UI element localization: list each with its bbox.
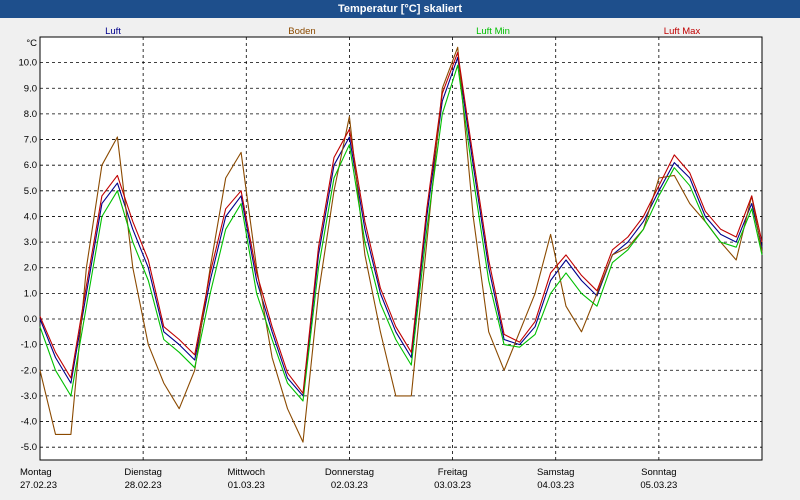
x-tick-date: 04.03.23 <box>537 480 574 491</box>
plot-area <box>39 36 763 461</box>
y-tick-label: -5.0 <box>21 442 37 453</box>
y-tick-label: 0.0 <box>24 314 37 325</box>
y-tick-label: 2.0 <box>24 263 37 274</box>
y-tick-label: 6.0 <box>24 160 37 171</box>
legend-entry: Luft <box>105 26 121 37</box>
x-tick-weekday: Mittwoch <box>228 467 265 478</box>
x-tick-weekday: Sonntag <box>641 467 676 478</box>
x-tick-date: 02.03.23 <box>331 480 368 491</box>
x-tick-date: 28.02.23 <box>125 480 162 491</box>
y-tick-label: 4.0 <box>24 211 37 222</box>
legend-entry: Luft Min <box>476 26 510 37</box>
y-tick-label: 7.0 <box>24 135 37 146</box>
x-tick-weekday: Donnerstag <box>325 467 374 478</box>
y-tick-label: 5.0 <box>24 186 37 197</box>
x-tick-weekday: Samstag <box>537 467 575 478</box>
y-tick-label: -1.0 <box>21 340 37 351</box>
legend-entry: Boden <box>288 26 315 37</box>
y-tick-label: 10.0 <box>19 58 38 69</box>
y-tick-label: 3.0 <box>24 237 37 248</box>
x-tick-weekday: Montag <box>20 467 52 478</box>
window-title: Temperatur [°C] skaliert <box>0 0 800 18</box>
legend-entry: Luft Max <box>664 26 701 37</box>
x-tick-date: 03.03.23 <box>434 480 471 491</box>
x-tick-weekday: Dienstag <box>124 467 162 478</box>
y-tick-label: 8.0 <box>24 109 37 120</box>
y-tick-label: 1.0 <box>24 288 37 299</box>
y-tick-label: -4.0 <box>21 417 37 428</box>
y-tick-label: -3.0 <box>21 391 37 402</box>
x-tick-date: 27.02.23 <box>20 480 57 491</box>
x-tick-date: 01.03.23 <box>228 480 265 491</box>
y-tick-label: 9.0 <box>24 83 37 94</box>
y-axis-label: °C <box>26 38 37 49</box>
y-tick-label: -2.0 <box>21 365 37 376</box>
temperature-chart: 10.0 9.0 8.0 7.0 6.0 5.0 4.0 3.0 2.0 1.0 0.0 -1.0 -2… <box>19 26 763 491</box>
x-tick-weekday: Freitag <box>438 467 468 478</box>
x-tick-date: 05.03.23 <box>640 480 677 491</box>
